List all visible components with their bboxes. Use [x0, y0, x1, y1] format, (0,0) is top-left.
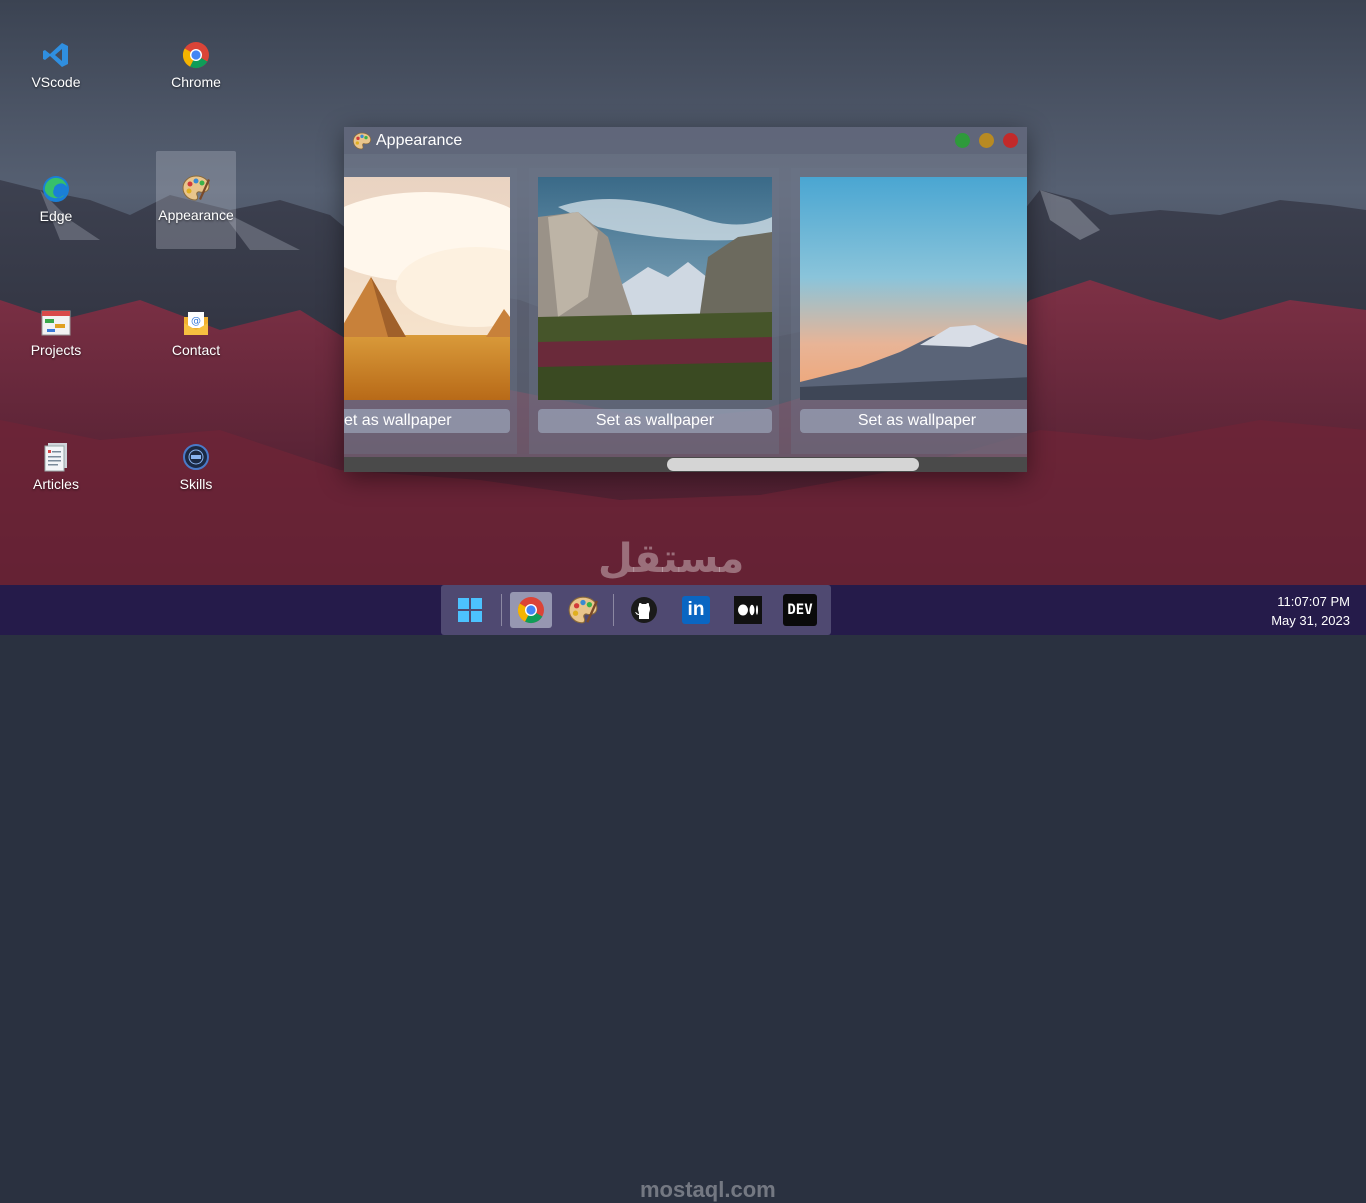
- desktop-icon-vscode[interactable]: VScode: [16, 26, 96, 106]
- window-title: Appearance: [376, 131, 463, 149]
- taskbar-appearance[interactable]: [562, 592, 604, 628]
- desktop-icon-label: Projects: [30, 342, 82, 358]
- set-as-wallpaper-button[interactable]: Set as wallpaper: [538, 409, 772, 433]
- windows-start-icon: [458, 598, 482, 622]
- taskbar-linkedin[interactable]: in: [675, 592, 717, 628]
- taskbar-chrome[interactable]: [510, 592, 552, 628]
- desktop-icon-skills[interactable]: Skills: [156, 428, 236, 508]
- dev-icon-text: DEV: [787, 602, 813, 618]
- vscode-icon: [41, 40, 71, 70]
- document-icon: [41, 442, 71, 472]
- close-button[interactable]: [1003, 133, 1018, 148]
- projects-icon: [41, 308, 71, 338]
- wallpaper-card-valley: Set as wallpaper: [538, 177, 772, 433]
- linkedin-icon: in: [682, 596, 710, 624]
- set-as-wallpaper-button[interactable]: Set as wallpaper: [800, 409, 1027, 433]
- watermark-arabic: مستقل: [598, 537, 745, 581]
- chrome-icon: [517, 597, 544, 624]
- desktop-icon-label: Chrome: [171, 74, 221, 90]
- desktop-icon-label: Contact: [171, 342, 221, 358]
- taskbar-github[interactable]: [623, 592, 665, 628]
- wallpaper-card-desert: et as wallpaper: [344, 177, 510, 433]
- desktop-icon-label: VScode: [31, 74, 81, 90]
- mail-icon: @: [181, 308, 211, 338]
- desktop-icon-appearance[interactable]: Appearance: [156, 151, 236, 249]
- wallpaper-gallery[interactable]: et as wallpaper Set as wallpaper Set as …: [344, 154, 1027, 454]
- dev-icon: DEV: [783, 594, 817, 626]
- watermark-latin: mostaql.com: [640, 1177, 776, 1202]
- wallpaper-thumbnail-valley[interactable]: [538, 177, 772, 400]
- wallpaper-thumbnail-desert[interactable]: [344, 177, 510, 400]
- taskbar: in DEV mostaql.com 11:07:07 PM May 31, 2…: [0, 585, 1366, 1202]
- taskbar-dock: in DEV: [441, 585, 831, 635]
- desktop-icon-label: Articles: [33, 476, 79, 492]
- dock-separator: [613, 594, 614, 626]
- set-as-wallpaper-button[interactable]: et as wallpaper: [344, 409, 510, 433]
- desktop-icon-label: Skills: [179, 476, 213, 492]
- linkedin-icon-text: in: [687, 599, 705, 620]
- horizontal-scrollbar[interactable]: [344, 457, 1027, 472]
- desktop-icon-label: Appearance: [158, 207, 234, 223]
- palette-icon: [181, 173, 211, 203]
- wallpaper-card-sunset: Set as wallpaper: [800, 177, 1027, 433]
- desktop-icon-articles[interactable]: Articles: [16, 428, 96, 508]
- desktop-icon-contact[interactable]: @ Contact: [156, 294, 236, 374]
- svg-text:@: @: [191, 316, 201, 327]
- appearance-palette-icon: [568, 596, 598, 624]
- edge-icon: [41, 174, 71, 204]
- github-icon: [631, 597, 657, 623]
- appearance-window: Appearance et as wallpaper Set as wallpa…: [344, 127, 1027, 472]
- dock-separator: [501, 594, 502, 626]
- clock-time: 11:07:07 PM: [1277, 594, 1350, 609]
- start-button[interactable]: [449, 592, 491, 628]
- chrome-icon: [181, 40, 211, 70]
- wallpaper-thumbnail-sunset[interactable]: [800, 177, 1027, 400]
- maximize-button[interactable]: [955, 133, 970, 148]
- desktop-icon-label: Edge: [39, 208, 73, 224]
- desktop-icon-chrome[interactable]: Chrome: [156, 26, 236, 106]
- minimize-button[interactable]: [979, 133, 994, 148]
- desktop-icon-edge[interactable]: Edge: [16, 160, 96, 240]
- clock-date: May 31, 2023: [1271, 613, 1350, 628]
- medium-icon: [734, 596, 762, 624]
- palette-icon: [352, 132, 372, 149]
- skills-badge-icon: [181, 442, 211, 472]
- scrollbar-thumb[interactable]: [667, 458, 919, 471]
- system-clock[interactable]: 11:07:07 PM May 31, 2023: [1271, 592, 1350, 630]
- desktop-icon-projects[interactable]: Projects: [16, 294, 96, 374]
- window-titlebar[interactable]: Appearance: [344, 127, 1027, 154]
- taskbar-dev[interactable]: DEV: [779, 592, 821, 628]
- taskbar-medium[interactable]: [727, 592, 769, 628]
